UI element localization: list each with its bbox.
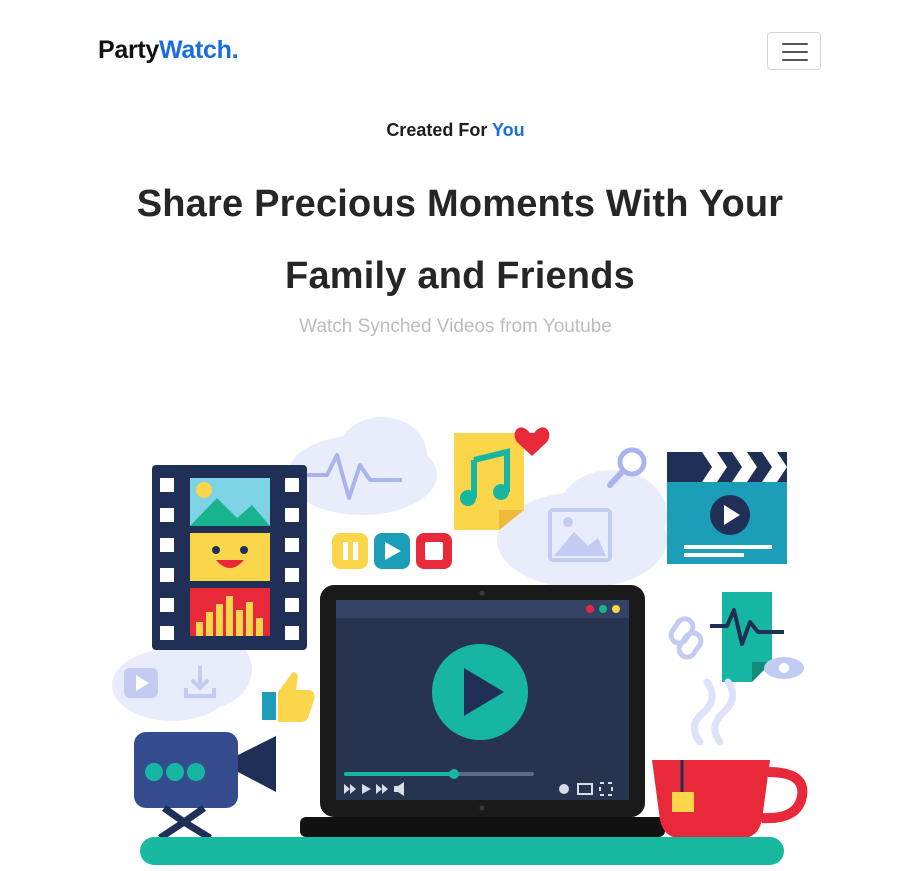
brand-accent: Watch. <box>159 36 239 64</box>
eyebrow-prefix: Created For <box>386 120 493 140</box>
hero-subline: Watch Synched Videos from Youtube <box>299 316 612 337</box>
media-controls-icons <box>332 533 452 569</box>
clapperboard-icon <box>667 452 787 564</box>
music-note-icon <box>454 433 524 530</box>
laptop-icon <box>300 585 665 837</box>
film-strip-icon <box>152 465 307 650</box>
brand-logo[interactable]: PartyWatch. <box>98 36 239 65</box>
coffee-cup-icon <box>652 760 808 838</box>
desk-surface <box>140 837 784 865</box>
hero-headline: Share Precious Moments With Your Family … <box>136 183 784 297</box>
link-icon <box>668 616 704 660</box>
video-file-icon <box>124 668 158 698</box>
video-streaming-illustration <box>112 417 808 865</box>
menu-toggle-button[interactable] <box>767 32 821 70</box>
eyebrow-text: Created For You <box>0 120 911 141</box>
steam-icon <box>690 678 737 746</box>
video-camera-icon <box>134 732 276 841</box>
eyebrow-accent: You <box>492 120 525 140</box>
brand-prefix: Party <box>98 36 160 64</box>
eye-icon <box>764 657 804 679</box>
navbar: PartyWatch. <box>0 0 911 100</box>
thumbs-up-icon <box>262 672 315 722</box>
